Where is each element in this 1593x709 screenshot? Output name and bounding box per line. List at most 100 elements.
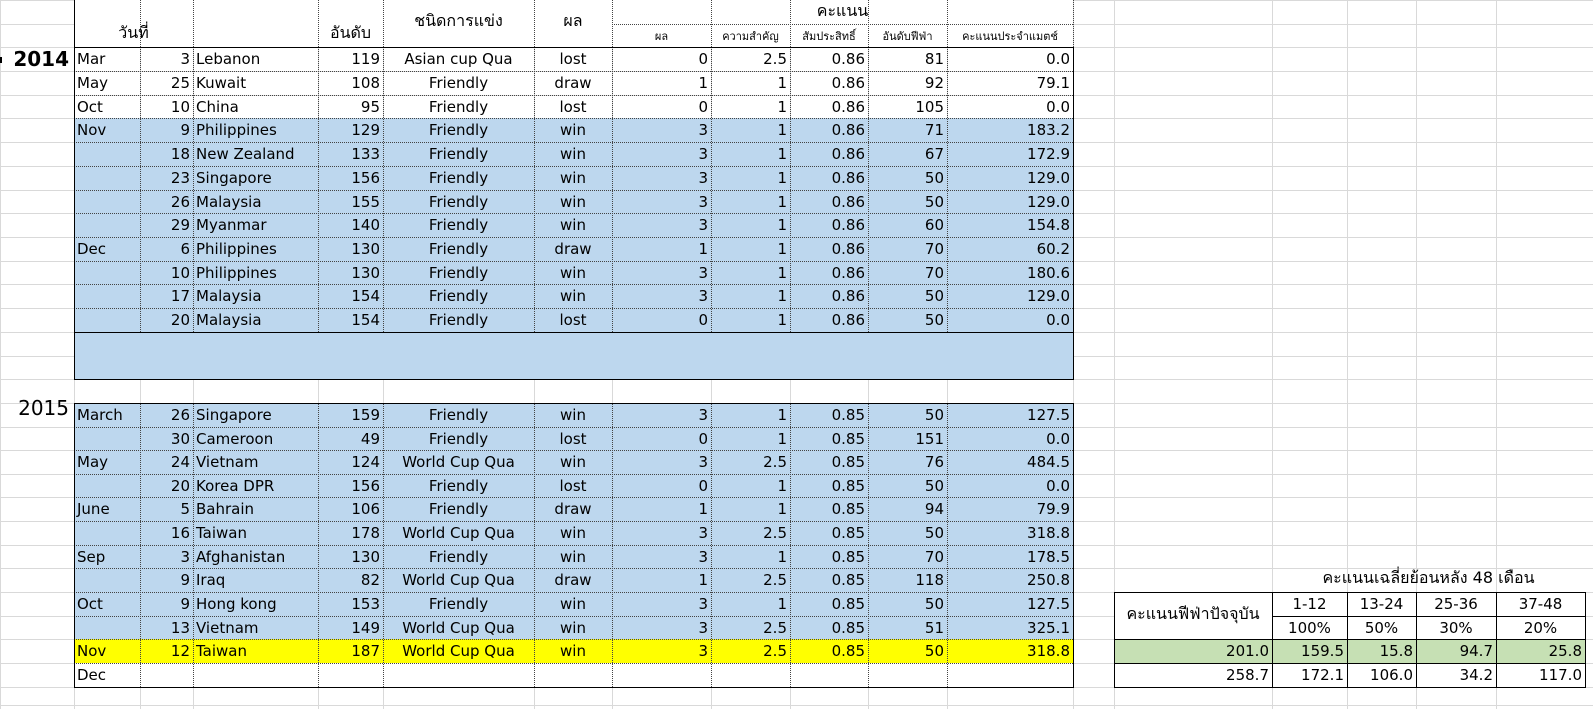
summary-value[interactable]: 94.7: [1416, 640, 1496, 663]
table-cell[interactable]: Friendly: [383, 285, 534, 309]
table-cell[interactable]: 154: [318, 309, 383, 333]
table-cell[interactable]: win: [534, 167, 612, 191]
table-cell[interactable]: 24: [140, 451, 193, 475]
table-cell[interactable]: win: [534, 451, 612, 475]
table-cell[interactable]: [74, 167, 140, 191]
table-cell[interactable]: 0.86: [790, 214, 868, 238]
table-cell[interactable]: 50: [868, 167, 947, 191]
table-cell[interactable]: win: [534, 119, 612, 143]
table-cell[interactable]: [534, 664, 612, 688]
table-cell[interactable]: 129.0: [947, 191, 1073, 214]
table-cell[interactable]: 1: [711, 428, 790, 451]
table-cell[interactable]: 51: [868, 617, 947, 640]
table-cell[interactable]: 95: [318, 96, 383, 119]
table-cell[interactable]: 127.5: [947, 404, 1073, 428]
table-cell[interactable]: win: [534, 522, 612, 546]
table-cell[interactable]: 130: [318, 546, 383, 569]
table-cell[interactable]: 1: [711, 167, 790, 191]
table-cell[interactable]: 1: [711, 238, 790, 262]
table-cell[interactable]: 180.6: [947, 262, 1073, 285]
table-cell[interactable]: 3: [612, 546, 711, 569]
table-cell[interactable]: 0.0: [947, 475, 1073, 498]
table-cell[interactable]: 2.5: [711, 522, 790, 546]
table-cell[interactable]: win: [534, 143, 612, 167]
table-cell[interactable]: 1: [612, 238, 711, 262]
table-cell[interactable]: 1: [711, 262, 790, 285]
table-cell[interactable]: 129: [318, 119, 383, 143]
table-cell[interactable]: 484.5: [947, 451, 1073, 475]
table-cell[interactable]: Friendly: [383, 593, 534, 617]
table-cell[interactable]: 106: [318, 498, 383, 522]
table-cell[interactable]: 2.5: [711, 48, 790, 72]
table-cell[interactable]: Malaysia: [193, 285, 318, 309]
table-cell[interactable]: 67: [868, 143, 947, 167]
table-cell[interactable]: [74, 191, 140, 214]
table-cell[interactable]: [74, 214, 140, 238]
table-cell[interactable]: lost: [534, 475, 612, 498]
table-cell[interactable]: 12: [140, 640, 193, 664]
table-cell[interactable]: 1: [711, 593, 790, 617]
table-cell[interactable]: draw: [534, 569, 612, 593]
table-cell[interactable]: 3: [612, 143, 711, 167]
table-cell[interactable]: 140: [318, 214, 383, 238]
table-cell[interactable]: 5: [140, 498, 193, 522]
table-cell[interactable]: 18: [140, 143, 193, 167]
table-cell[interactable]: 50: [868, 309, 947, 333]
table-cell[interactable]: 10: [140, 96, 193, 119]
table-cell[interactable]: win: [534, 285, 612, 309]
table-cell[interactable]: Afghanistan: [193, 546, 318, 569]
table-cell[interactable]: 0.85: [790, 569, 868, 593]
table-cell[interactable]: 1: [711, 119, 790, 143]
summary-value[interactable]: 15.8: [1347, 640, 1416, 663]
table-cell[interactable]: Friendly: [383, 309, 534, 333]
table-cell[interactable]: [74, 522, 140, 546]
table-cell[interactable]: Iraq: [193, 569, 318, 593]
table-cell[interactable]: 151: [868, 428, 947, 451]
table-cell[interactable]: 155: [318, 191, 383, 214]
table-cell[interactable]: win: [534, 617, 612, 640]
table-cell[interactable]: 1: [711, 191, 790, 214]
table-cell[interactable]: Kuwait: [193, 72, 318, 96]
summary-value[interactable]: 34.2: [1416, 664, 1496, 687]
table-cell[interactable]: draw: [534, 238, 612, 262]
table-cell[interactable]: 2.5: [711, 451, 790, 475]
table-cell[interactable]: 60: [868, 214, 947, 238]
table-cell[interactable]: 3: [612, 451, 711, 475]
table-cell[interactable]: [74, 475, 140, 498]
table-cell[interactable]: 0.86: [790, 167, 868, 191]
table-cell[interactable]: 9: [140, 569, 193, 593]
table-cell[interactable]: Friendly: [383, 167, 534, 191]
table-cell[interactable]: win: [534, 640, 612, 664]
table-cell[interactable]: 70: [868, 262, 947, 285]
table-cell[interactable]: 178.5: [947, 546, 1073, 569]
table-cell[interactable]: lost: [534, 96, 612, 119]
table-cell[interactable]: 50: [868, 404, 947, 428]
table-cell[interactable]: [74, 569, 140, 593]
table-cell[interactable]: 1: [711, 309, 790, 333]
table-cell[interactable]: Vietnam: [193, 451, 318, 475]
table-cell[interactable]: Vietnam: [193, 617, 318, 640]
table-cell[interactable]: 1: [711, 404, 790, 428]
summary-value[interactable]: 258.7: [1114, 664, 1272, 687]
table-cell[interactable]: 187: [318, 640, 383, 664]
table-cell[interactable]: 105: [868, 96, 947, 119]
summary-value[interactable]: 25.8: [1496, 640, 1585, 663]
table-cell[interactable]: Friendly: [383, 404, 534, 428]
table-cell[interactable]: 133: [318, 143, 383, 167]
table-cell[interactable]: 1: [711, 72, 790, 96]
table-cell[interactable]: [318, 664, 383, 688]
table-cell[interactable]: draw: [534, 72, 612, 96]
table-cell[interactable]: Sep: [74, 546, 140, 569]
table-cell[interactable]: Friendly: [383, 428, 534, 451]
table-cell[interactable]: Friendly: [383, 238, 534, 262]
table-cell[interactable]: Korea DPR: [193, 475, 318, 498]
summary-value[interactable]: 117.0: [1496, 664, 1585, 687]
table-cell[interactable]: 20: [140, 309, 193, 333]
table-cell[interactable]: China: [193, 96, 318, 119]
table-cell[interactable]: 3: [612, 167, 711, 191]
table-cell[interactable]: 0.85: [790, 451, 868, 475]
table-cell[interactable]: 50: [868, 593, 947, 617]
table-cell[interactable]: 1: [711, 475, 790, 498]
table-cell[interactable]: lost: [534, 428, 612, 451]
table-cell[interactable]: 50: [868, 475, 947, 498]
